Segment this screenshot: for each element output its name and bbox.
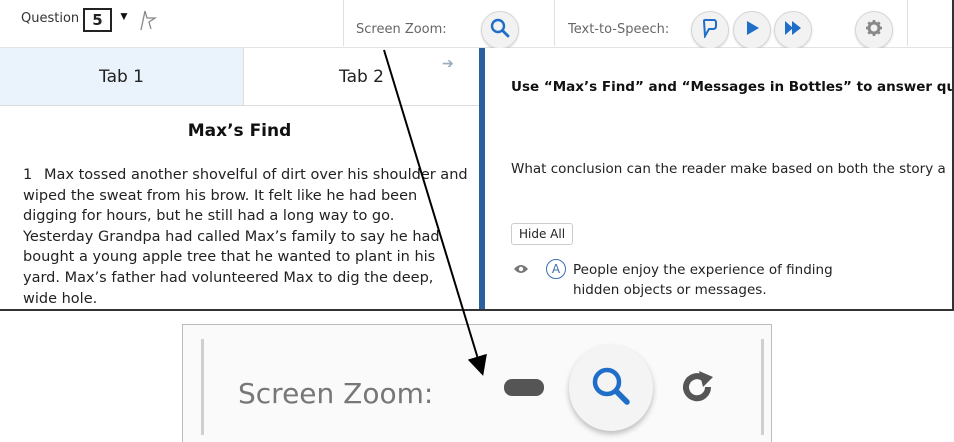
question-pane: Use “Max’s Find” and “Messages in Bottle… bbox=[485, 48, 954, 309]
zoom-callout: Screen Zoom: bbox=[182, 324, 772, 442]
passage-paragraph: 1 Max tossed another shovelful of dirt ov… bbox=[23, 165, 468, 309]
refresh-icon[interactable] bbox=[677, 367, 717, 412]
zoom-button[interactable] bbox=[481, 11, 519, 49]
question-number-box[interactable]: 5 bbox=[83, 8, 112, 32]
toolbar: Question 5 ▼ Screen Zoom: Text-to-Speech… bbox=[0, 0, 952, 49]
question-stem: What conclusion can the reader make base… bbox=[511, 161, 946, 177]
option-text[interactable]: People enjoy the experience of finding h… bbox=[573, 260, 873, 300]
test-app-window: Question 5 ▼ Screen Zoom: Text-to-Speech… bbox=[0, 0, 954, 311]
eye-icon[interactable] bbox=[513, 262, 529, 280]
question-instruction: Use “Max’s Find” and “Messages in Bottle… bbox=[511, 79, 954, 95]
paragraph-text: Max tossed another shovelful of dirt ove… bbox=[23, 167, 468, 307]
search-icon bbox=[490, 18, 510, 43]
hide-all-button[interactable]: Hide All bbox=[511, 223, 574, 245]
minus-icon[interactable] bbox=[504, 379, 544, 396]
tts-fast-forward-button[interactable] bbox=[774, 11, 812, 49]
callout-separator bbox=[201, 339, 204, 435]
tts-play-button[interactable] bbox=[733, 11, 771, 49]
toolbar-separator bbox=[907, 0, 908, 46]
settings-button[interactable] bbox=[855, 11, 893, 49]
arrow-right-icon[interactable]: ➔ bbox=[442, 55, 454, 72]
paragraph-number: 1 bbox=[23, 167, 33, 183]
speech-bubble-icon bbox=[700, 18, 720, 43]
zoom-callout-label: Screen Zoom: bbox=[238, 377, 434, 410]
search-icon bbox=[589, 364, 633, 413]
fast-forward-icon bbox=[783, 19, 803, 42]
callout-separator bbox=[761, 339, 764, 435]
flag-icon[interactable] bbox=[135, 6, 161, 37]
passage-pane: Tab 1 Tab 2 ➔ Max’s Find 1 Max tossed ano… bbox=[0, 48, 479, 309]
caret-down-icon[interactable]: ▼ bbox=[118, 9, 130, 23]
question-label: Question bbox=[21, 11, 80, 26]
tts-select-button[interactable] bbox=[691, 11, 729, 49]
screen-zoom-label: Screen Zoom: bbox=[356, 22, 447, 37]
gear-icon bbox=[865, 19, 883, 42]
toolbar-separator bbox=[554, 0, 555, 46]
tab-label: Tab 1 bbox=[99, 66, 144, 87]
play-icon bbox=[743, 19, 761, 42]
tts-label: Text-to-Speech: bbox=[568, 22, 670, 37]
option-letter[interactable]: A bbox=[546, 259, 566, 279]
zoom-button-enlarged[interactable] bbox=[569, 345, 653, 431]
tab-label: Tab 2 bbox=[339, 66, 384, 87]
tab-1[interactable]: Tab 1 bbox=[0, 48, 243, 106]
toolbar-separator bbox=[343, 0, 344, 46]
passage-title: Max’s Find bbox=[187, 121, 292, 141]
